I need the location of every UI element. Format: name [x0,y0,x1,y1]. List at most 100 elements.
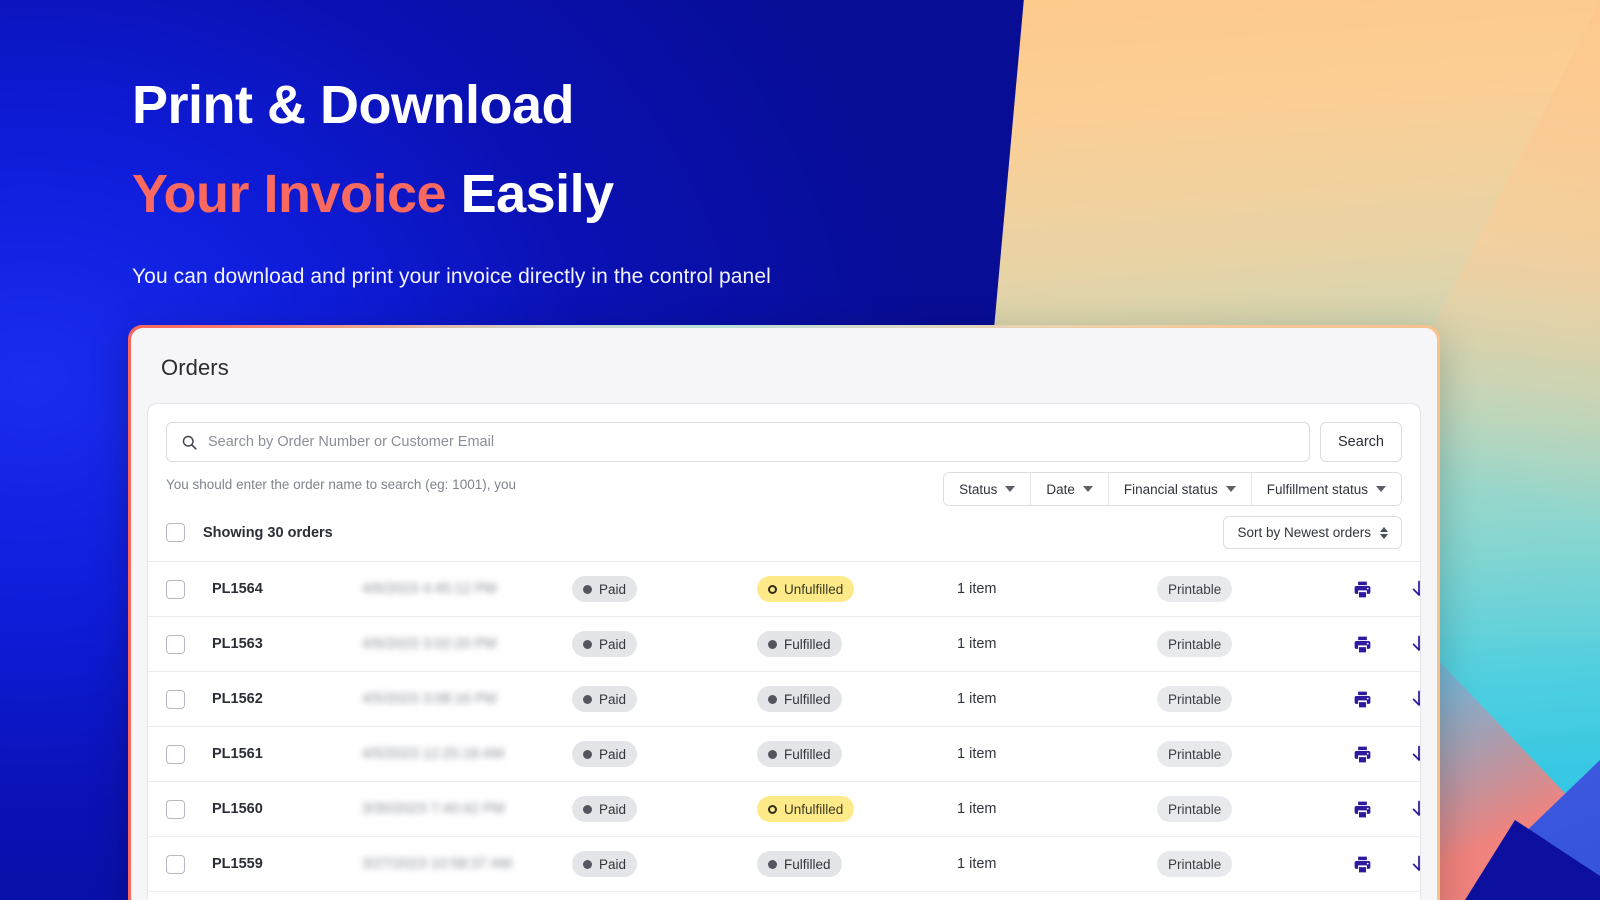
hero-heading-rest: Easily [446,164,615,225]
table-row[interactable]: PL1564 4/6/2023 4:45:12 PM Paid Unfulfilled… [148,562,1420,617]
filter-fulfillment-status-label: Fulfillment status [1266,481,1368,497]
financial-status-cell: Paid [572,796,757,822]
financial-status-cell: Paid [572,631,757,657]
download-arrow-icon [1412,690,1420,706]
dot-icon [583,694,592,704]
row-checkbox[interactable] [166,744,185,764]
row-checkbox[interactable] [166,634,185,654]
printable-badge: Printable [1157,576,1233,602]
download-arrow-icon [1412,580,1420,596]
row-checkbox-cell [166,634,212,654]
search-hint: You should enter the order name to searc… [166,477,516,492]
hero-heading-line-2: Your Invoice Easily [132,151,1112,238]
financial-status-cell: Paid [572,741,757,767]
print-invoice-button[interactable] [1352,799,1373,820]
row-checkbox[interactable] [166,689,185,709]
row-checkbox[interactable] [166,579,185,599]
printable-cell: Printable [1157,851,1352,877]
showing-and-sort-row: Showing 30 orders Sort by Newest orders [148,506,1420,561]
sort-select[interactable]: Sort by Newest orders [1223,516,1402,549]
financial-status-cell: Paid [572,686,757,712]
fulfillment-status-label: Fulfilled [784,746,831,762]
dot-icon [583,804,592,814]
order-date: 4/6/2023 3:02:20 PM [362,636,497,652]
printable-badge: Printable [1157,741,1233,767]
filter-financial-status-label: Financial status [1123,481,1218,497]
financial-status-badge: Paid [572,851,638,877]
printer-icon [1354,856,1371,872]
row-checkbox[interactable] [166,799,185,819]
item-count: 1 item [957,581,997,597]
financial-status-label: Paid [599,746,627,762]
filter-group: Status Date Financial status Fulfillment… [943,472,1402,506]
dot-icon [768,859,777,869]
download-arrow-icon [1412,800,1420,816]
print-invoice-button[interactable] [1352,689,1373,710]
hero-section: Print & Download Your Invoice Easily You… [132,62,1112,289]
financial-status-cell: Paid [572,576,757,602]
fulfillment-status-badge: Fulfilled [757,741,842,767]
financial-status-badge: Paid [572,741,638,767]
fulfillment-status-cell: Unfulfilled [757,576,957,602]
item-count: 1 item [957,856,997,872]
row-actions [1352,853,1420,875]
print-invoice-button[interactable] [1352,579,1373,600]
search-input[interactable] [208,434,1295,450]
printable-label: Printable [1168,636,1222,652]
order-date-cell: 4/6/2023 3:02:20 PM [362,635,572,653]
row-checkbox-cell [166,689,212,709]
printable-badge: Printable [1157,851,1233,877]
select-all-checkbox[interactable] [166,523,185,542]
dot-icon [768,639,777,649]
filter-status[interactable]: Status [944,473,1032,505]
order-date: 3/27/2023 10:58:37 AM [362,856,512,872]
printable-label: Printable [1168,746,1222,762]
print-invoice-button[interactable] [1352,854,1373,875]
row-actions [1352,633,1420,655]
download-arrow-icon [1412,635,1420,651]
row-actions [1352,688,1420,710]
table-row[interactable]: PL15583/26/2023 9:12:04 AMPaidFulfilled1… [148,892,1420,900]
printable-badge: Printable [1157,796,1233,822]
search-icon [182,435,197,450]
showing-orders-label: Showing 30 orders [203,524,333,541]
table-row[interactable]: PL1563 4/6/2023 3:02:20 PM Paid Fulfilled 1 … [148,617,1420,672]
order-number: PL1562 [212,691,263,707]
financial-status-badge: Paid [572,686,638,712]
download-invoice-button[interactable] [1409,633,1420,655]
printable-badge: Printable [1157,631,1233,657]
printer-icon [1354,691,1371,707]
print-invoice-button[interactable] [1352,744,1373,765]
download-invoice-button[interactable] [1409,853,1420,875]
order-date: 4/5/2023 3:08:16 PM [362,691,497,707]
chevron-down-icon [1376,486,1386,492]
dot-icon [583,749,592,759]
order-date: 4/6/2023 4:45:12 PM [362,581,497,597]
fulfillment-status-label: Fulfilled [784,636,831,652]
table-row[interactable]: PL1559 3/27/2023 10:58:37 AM Paid Fulfilled… [148,837,1420,892]
search-button[interactable]: Search [1320,422,1402,462]
filter-fulfillment-status[interactable]: Fulfillment status [1251,473,1401,505]
printer-icon [1354,746,1371,762]
dot-icon [768,749,777,759]
row-checkbox[interactable] [166,854,185,874]
orders-card: Orders Search You should enter the [128,325,1440,900]
fulfillment-status-cell: Fulfilled [757,631,957,657]
download-invoice-button[interactable] [1409,688,1420,710]
table-row[interactable]: PL1560 3/30/2023 7:40:42 PM Paid Unfulfille… [148,782,1420,837]
search-box[interactable] [166,422,1310,462]
download-invoice-button[interactable] [1409,743,1420,765]
sort-select-label: Sort by Newest orders [1237,525,1371,540]
download-invoice-button[interactable] [1409,798,1420,820]
download-arrow-icon [1412,855,1420,871]
fulfillment-status-label: Fulfilled [784,856,831,872]
filter-financial-status[interactable]: Financial status [1108,473,1252,505]
print-invoice-button[interactable] [1352,634,1373,655]
filter-date[interactable]: Date [1031,473,1109,505]
table-row[interactable]: PL1562 4/5/2023 3:08:16 PM Paid Fulfilled 1 … [148,672,1420,727]
row-checkbox-cell [166,744,212,764]
financial-status-label: Paid [599,636,627,652]
dot-icon [583,639,592,649]
table-row[interactable]: PL1561 4/5/2023 12:25:18 AM Paid Fulfilled 1… [148,727,1420,782]
download-invoice-button[interactable] [1409,578,1420,600]
